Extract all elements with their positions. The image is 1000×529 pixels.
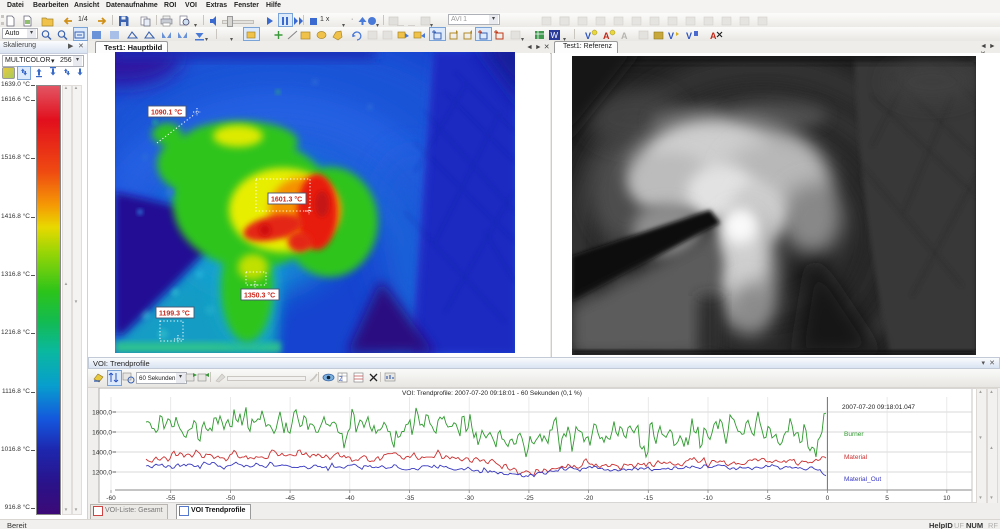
svg-text:W: W — [551, 31, 559, 40]
svg-text:1600,0: 1600,0 — [92, 430, 112, 437]
svg-text:V: V — [668, 31, 674, 41]
svg-text:VOI: Trendprofile: 2007-07-20: VOI: Trendprofile: 2007-07-20 09:18:01 -… — [402, 390, 582, 397]
svg-text:-10: -10 — [703, 495, 713, 502]
svg-text:Burner: Burner — [844, 431, 864, 438]
svg-text:1400,0: 1400,0 — [92, 450, 112, 457]
svg-text:-20: -20 — [584, 495, 594, 502]
svg-text:-50: -50 — [226, 495, 236, 502]
svg-text:V: V — [686, 31, 692, 41]
svg-text:10: 10 — [943, 495, 951, 502]
svg-text:V: V — [585, 31, 591, 41]
svg-text:1601.3 °C: 1601.3 °C — [271, 196, 302, 204]
svg-text:-55: -55 — [166, 495, 176, 502]
svg-text:A: A — [621, 31, 628, 41]
svg-text:-5: -5 — [765, 495, 771, 502]
svg-text:Material: Material — [844, 454, 868, 461]
svg-text:1350.3 °C: 1350.3 °C — [244, 292, 275, 300]
svg-text:-30: -30 — [464, 495, 474, 502]
svg-text:-60: -60 — [106, 495, 116, 502]
svg-text:0: 0 — [826, 495, 830, 502]
svg-text:-45: -45 — [285, 495, 295, 502]
svg-text:-40: -40 — [345, 495, 355, 502]
svg-text:A: A — [710, 31, 717, 41]
svg-text:A: A — [603, 31, 610, 41]
svg-text:-25: -25 — [524, 495, 534, 502]
svg-text:5: 5 — [885, 495, 889, 502]
svg-text:1200,0: 1200,0 — [92, 470, 112, 477]
svg-text:1800,0: 1800,0 — [92, 410, 112, 417]
svg-text:-15: -15 — [644, 495, 654, 502]
svg-text:-35: -35 — [405, 495, 415, 502]
svg-text:Z: Z — [339, 377, 343, 383]
svg-text:Material_Out: Material_Out — [844, 476, 881, 483]
svg-text:1199.3 °C: 1199.3 °C — [159, 310, 190, 318]
svg-text:1090.1 °C: 1090.1 °C — [151, 109, 182, 117]
svg-text:2007-07-20 09:18:01.047: 2007-07-20 09:18:01.047 — [842, 404, 915, 411]
